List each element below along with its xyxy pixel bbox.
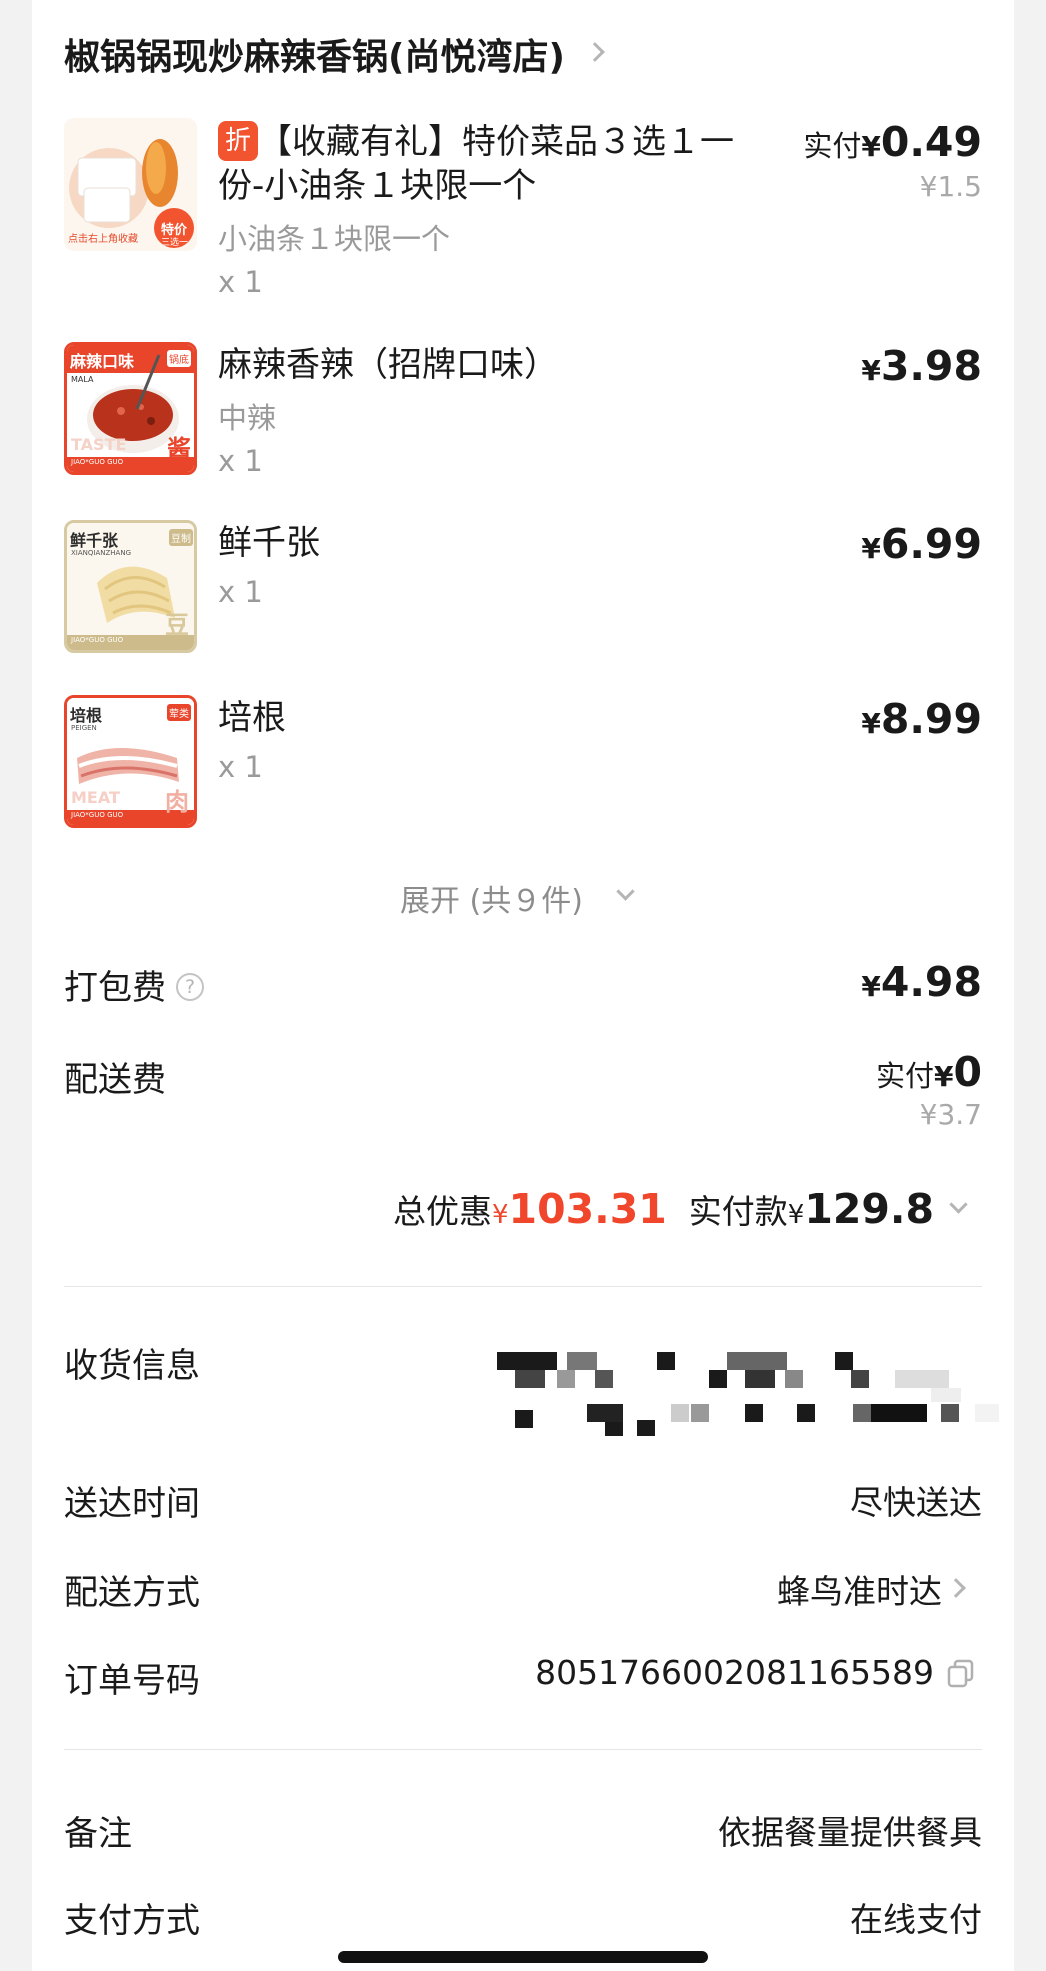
order-number-label: 订单号码 xyxy=(64,1661,200,1701)
delivery-fee-label: 配送费 xyxy=(64,1060,166,1100)
thumb-title: 鲜千张 xyxy=(70,531,119,550)
thumb-watermark: MEAT xyxy=(71,788,120,807)
order-number-value: 8051766002081165589 xyxy=(535,1653,934,1692)
divider xyxy=(64,1286,982,1287)
item-qty: x 1 xyxy=(218,265,263,299)
thumb-sub: MALA xyxy=(71,375,94,384)
discount-label: 总优惠 xyxy=(393,1192,492,1231)
paid-total-label: 实付款 xyxy=(688,1192,788,1231)
delivery-original-price: ¥3.7 xyxy=(919,1098,982,1131)
thumb-tag-sub: 三选一 xyxy=(161,238,189,248)
currency-symbol: ¥ xyxy=(933,1060,954,1093)
paid-total-value: 129.8 xyxy=(804,1185,934,1233)
thumb-watermark: TASTE xyxy=(71,435,127,454)
item-qty: x 1 xyxy=(218,444,263,478)
item-image[interactable]: 点击右上角收藏 特价 三选一 xyxy=(64,118,197,251)
expand-label: 展开 (共９件) xyxy=(400,884,583,919)
price-value: 0.49 xyxy=(880,118,982,166)
item-image[interactable]: 麻辣口味 锅底 MALA TASTE 酱 JIAO*GUO GUO xyxy=(64,342,197,475)
item-qty: x 1 xyxy=(218,750,263,784)
delivery-fee-amount: 0 xyxy=(953,1048,982,1096)
item-name-line1: 【收藏有礼】特价菜品３选１一 xyxy=(258,122,734,162)
packing-fee-label: 打包费 xyxy=(64,968,166,1008)
shop-name-link[interactable]: 椒锅锅现炒麻辣香锅(尚悦湾店) xyxy=(64,28,565,80)
price-value: 8.99 xyxy=(880,695,982,743)
price-value: 6.99 xyxy=(880,520,982,568)
delivery-method-value[interactable]: 蜂鸟准时达 xyxy=(777,1565,942,1613)
packing-fee-amount: 4.98 xyxy=(880,958,982,1006)
receiver-info-label: 收货信息 xyxy=(64,1346,200,1386)
thumb-char: 肉 xyxy=(165,788,189,816)
thumb-char: 酱 xyxy=(167,435,191,463)
note-value: 依据餐量提供餐具 xyxy=(718,1813,982,1852)
packing-fee-row: 打包费? xyxy=(64,960,204,1009)
thumb-sub: PEIGEN xyxy=(71,724,97,732)
thumb-title: 麻辣口味 xyxy=(70,352,135,371)
item-name[interactable]: 鲜千张 xyxy=(218,520,320,566)
thumb-tag: 荤类 xyxy=(167,704,191,721)
item-price: ¥8.99 xyxy=(861,695,982,743)
currency-symbol: ¥ xyxy=(861,532,881,565)
item-spec: 中辣 xyxy=(218,401,277,435)
item-image[interactable]: 鲜千张 豆制 XIANQIANZHANG 豆 JIAO*GUO GUO xyxy=(64,520,197,653)
original-price: ¥1.5 xyxy=(919,170,982,203)
payment-method-label: 支付方式 xyxy=(64,1901,200,1941)
shop-name: 椒锅锅现炒麻辣香锅(尚悦湾店) xyxy=(64,37,565,78)
discount-badge: 折 xyxy=(218,121,258,161)
currency-symbol: ¥ xyxy=(861,130,881,163)
home-indicator[interactable] xyxy=(338,1951,708,1963)
payment-method-value: 在线支付 xyxy=(850,1900,982,1939)
currency-symbol: ¥ xyxy=(861,970,881,1003)
currency-symbol: ¥ xyxy=(861,707,881,740)
discount-value: 103.31 xyxy=(508,1185,667,1233)
item-spec: 小油条１块限一个 xyxy=(218,222,451,256)
thumb-brand: JIAO*GUO GUO xyxy=(71,458,124,466)
paid-currency: ¥ xyxy=(787,1200,805,1230)
delivery-fee-value: 实付¥0 xyxy=(876,1048,982,1096)
item-price: 实付¥0.49 xyxy=(803,118,982,166)
delivery-time-label: 送达时间 xyxy=(64,1484,200,1524)
help-icon[interactable]: ? xyxy=(176,973,204,1001)
paid-label: 实付 xyxy=(875,1059,934,1093)
copy-icon[interactable] xyxy=(946,1658,976,1688)
item-name[interactable]: 折【收藏有礼】特价菜品３选１一 xyxy=(218,119,734,165)
thumb-brand: JIAO*GUO GUO xyxy=(71,811,124,819)
divider xyxy=(64,1749,982,1750)
item-price: ¥3.98 xyxy=(861,342,982,390)
delivery-time-value: 尽快送达 xyxy=(850,1483,982,1522)
note-label: 备注 xyxy=(64,1814,132,1854)
delivery-method-label: 配送方式 xyxy=(64,1573,200,1613)
thumb-brand: JIAO*GUO GUO xyxy=(71,636,124,644)
currency-symbol: ¥ xyxy=(861,354,881,387)
price-value: 3.98 xyxy=(880,342,982,390)
thumb-sub: XIANQIANZHANG xyxy=(71,549,131,557)
receiver-info-redacted xyxy=(495,1352,1015,1444)
item-qty: x 1 xyxy=(218,575,263,609)
thumb-title: 培根 xyxy=(70,706,103,725)
item-image[interactable]: 培根 荤类 PEIGEN MEAT 肉 JIAO*GUO GUO xyxy=(64,695,197,828)
item-price: ¥6.99 xyxy=(861,520,982,568)
packing-fee-value: ¥4.98 xyxy=(861,958,982,1006)
discount-currency: ¥ xyxy=(492,1200,509,1230)
thumb-tag: 豆制 xyxy=(169,529,193,546)
order-total-summary[interactable]: 总优惠¥103.31 实付款¥129.8 xyxy=(393,1185,982,1233)
expand-button[interactable]: 展开 (共９件) xyxy=(400,876,583,920)
thumb-char: 豆 xyxy=(165,611,189,639)
paid-label: 实付 xyxy=(803,129,862,163)
item-name[interactable]: 麻辣香辣（招牌口味） xyxy=(218,342,558,388)
thumb-tag: 锅底 xyxy=(167,350,191,367)
item-name-line2: 份-小油条１块限一个 xyxy=(218,166,537,206)
thumb-caption: 点击右上角收藏 xyxy=(68,234,138,245)
item-name[interactable]: 培根 xyxy=(218,695,286,741)
